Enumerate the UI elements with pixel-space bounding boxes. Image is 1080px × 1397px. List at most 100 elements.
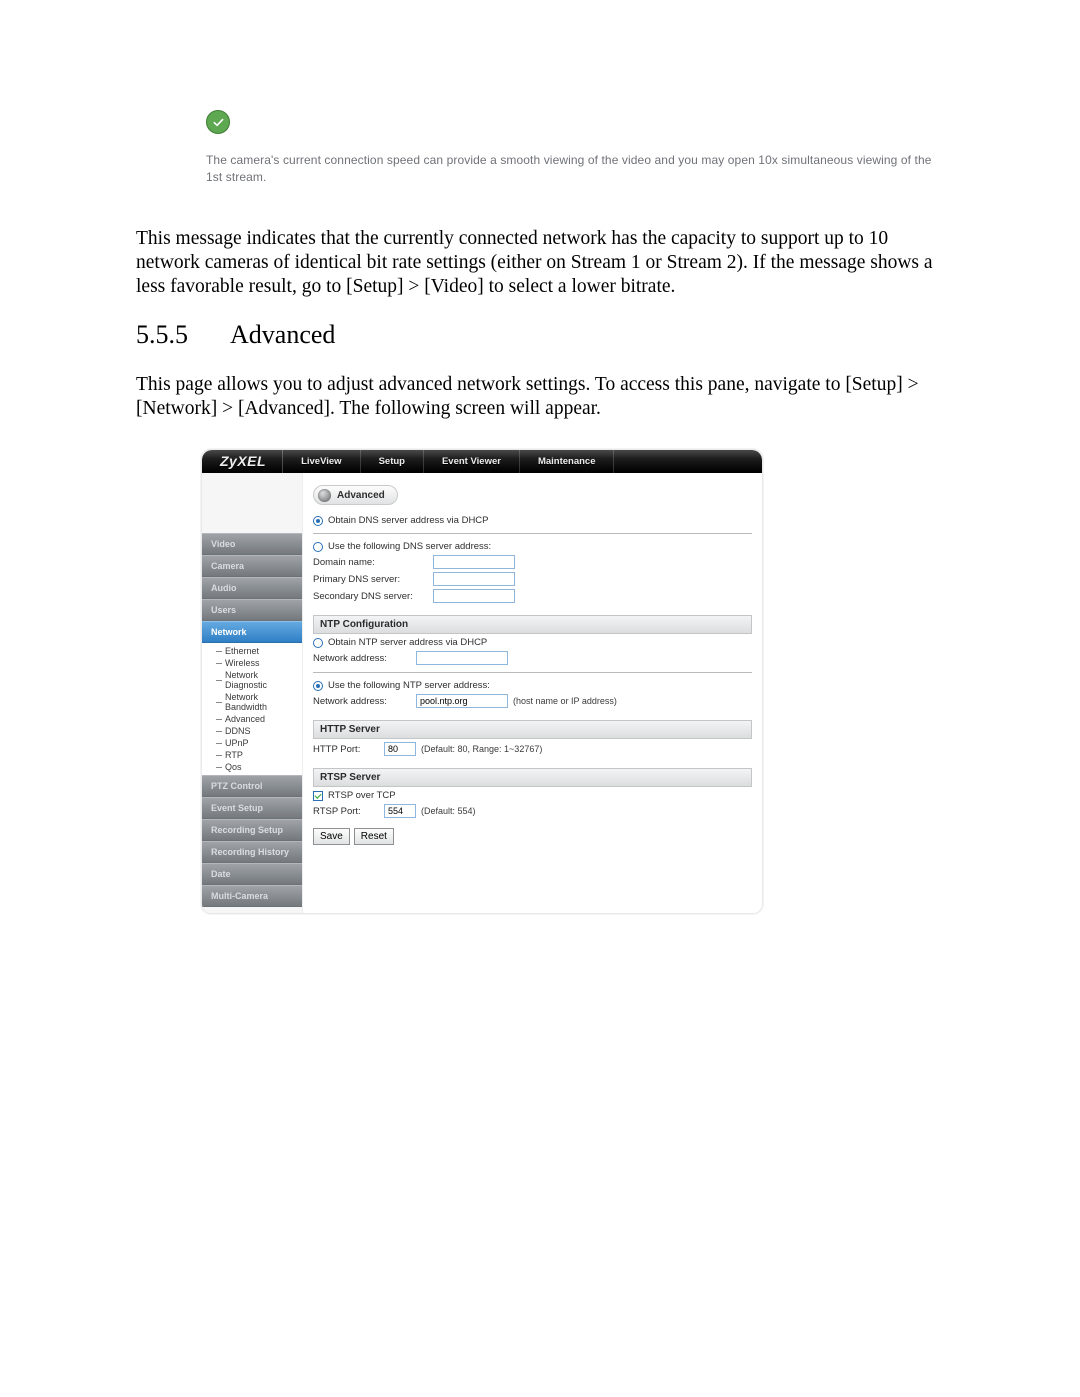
ntp-addr1-input[interactable] xyxy=(416,651,508,665)
divider xyxy=(313,533,752,534)
sidebar-item-audio[interactable]: Audio xyxy=(202,577,302,599)
sidebar-sub-label: Advanced xyxy=(225,714,265,724)
button-row: Save Reset xyxy=(313,828,752,845)
check-message-text: The camera's current connection speed ca… xyxy=(206,152,948,187)
tree-dash-icon xyxy=(216,743,222,744)
sidebar-item-camera[interactable]: Camera xyxy=(202,555,302,577)
sidebar-sub-rtp[interactable]: RTP xyxy=(216,749,302,761)
ntp-section-header: NTP Configuration xyxy=(313,615,752,634)
pill-bullet-icon xyxy=(318,489,331,502)
ntp-addr1-label: Network address: xyxy=(313,653,411,664)
radio-dot-icon xyxy=(313,542,323,552)
sidebar-sub-ddns[interactable]: DDNS xyxy=(216,725,302,737)
radio-dot-icon xyxy=(313,516,323,526)
tab-maintenance[interactable]: Maintenance xyxy=(519,450,615,473)
sidebar-sub-netbw[interactable]: Network Bandwidth xyxy=(216,691,302,713)
body-paragraph-2: This page allows you to adjust advanced … xyxy=(136,373,948,421)
sidebar-sub-netdiag[interactable]: Network Diagnostic xyxy=(216,669,302,691)
tree-dash-icon xyxy=(216,731,222,732)
dns-dhcp-radio[interactable] xyxy=(313,516,323,526)
dns-manual-radio[interactable] xyxy=(313,542,323,552)
sidebar: Video Camera Audio Users Network Etherne… xyxy=(202,473,303,913)
tab-liveview[interactable]: LiveView xyxy=(282,450,360,473)
check-circle-icon xyxy=(206,110,230,134)
save-button[interactable]: Save xyxy=(313,828,350,845)
reset-button[interactable]: Reset xyxy=(354,828,394,845)
tree-dash-icon xyxy=(216,680,222,681)
ntp-addr2-input[interactable] xyxy=(416,694,508,708)
ntp-addr2-label: Network address: xyxy=(313,696,411,707)
tree-dash-icon xyxy=(216,663,222,664)
dns-dhcp-row: Obtain DNS server address via DHCP xyxy=(313,515,752,526)
radio-dot-icon xyxy=(313,681,323,691)
dns-manual-row: Use the following DNS server address: xyxy=(313,541,752,552)
ntp-dhcp-radio[interactable] xyxy=(313,638,323,648)
ntp-manual-label: Use the following NTP server address: xyxy=(328,680,490,691)
sidebar-item-users[interactable]: Users xyxy=(202,599,302,621)
http-port-label: HTTP Port: xyxy=(313,744,379,755)
brand-logo: ZyXEL xyxy=(202,453,282,469)
rtsp-tcp-checkbox[interactable] xyxy=(313,791,323,801)
primary-dns-row: Primary DNS server: xyxy=(313,572,752,586)
secondary-dns-label: Secondary DNS server: xyxy=(313,591,428,602)
sidebar-item-ptz[interactable]: PTZ Control xyxy=(202,775,302,797)
section-heading: 5.5.5 Advanced xyxy=(136,321,948,350)
sidebar-item-date[interactable]: Date xyxy=(202,863,302,885)
ntp-hint: (host name or IP address) xyxy=(513,696,617,706)
divider xyxy=(313,672,752,673)
sidebar-sub-wireless[interactable]: Wireless xyxy=(216,657,302,669)
secondary-dns-row: Secondary DNS server: xyxy=(313,589,752,603)
sidebar-sub-label: Ethernet xyxy=(225,646,259,656)
tab-eventviewer[interactable]: Event Viewer xyxy=(423,450,519,473)
ntp-dhcp-row: Obtain NTP server address via DHCP xyxy=(313,637,752,648)
secondary-dns-input[interactable] xyxy=(433,589,515,603)
rtsp-tcp-label: RTSP over TCP xyxy=(328,790,396,801)
sidebar-sub-label: UPnP xyxy=(225,738,249,748)
sidebar-sub-label: Network Bandwidth xyxy=(225,692,302,712)
sidebar-item-network[interactable]: Network xyxy=(202,621,302,643)
sidebar-sub-label: DDNS xyxy=(225,726,251,736)
dns-manual-label: Use the following DNS server address: xyxy=(328,541,491,552)
sidebar-item-event[interactable]: Event Setup xyxy=(202,797,302,819)
http-section-header: HTTP Server xyxy=(313,720,752,739)
ntp-manual-radio[interactable] xyxy=(313,681,323,691)
sidebar-sub-label: Network Diagnostic xyxy=(225,670,302,690)
sidebar-network-sub: Ethernet Wireless Network Diagnostic Net… xyxy=(202,643,302,775)
router-ui-frame: ZyXEL LiveView Setup Event Viewer Mainte… xyxy=(201,449,763,914)
ui-body: Video Camera Audio Users Network Etherne… xyxy=(202,473,762,913)
advanced-pill-button[interactable]: Advanced xyxy=(313,485,398,505)
top-nav-tabs: LiveView Setup Event Viewer Maintenance xyxy=(282,450,614,473)
sidebar-item-video[interactable]: Video xyxy=(202,533,302,555)
domain-name-row: Domain name: xyxy=(313,555,752,569)
ntp-dhcp-label: Obtain NTP server address via DHCP xyxy=(328,637,487,648)
dns-dhcp-label: Obtain DNS server address via DHCP xyxy=(328,515,489,526)
top-nav: ZyXEL LiveView Setup Event Viewer Mainte… xyxy=(202,450,762,473)
tab-setup[interactable]: Setup xyxy=(360,450,423,473)
domain-name-label: Domain name: xyxy=(313,557,428,568)
ntp-addr1-row: Network address: xyxy=(313,651,752,665)
primary-dns-input[interactable] xyxy=(433,572,515,586)
domain-name-input[interactable] xyxy=(433,555,515,569)
document-page: The camera's current connection speed ca… xyxy=(0,0,1080,1397)
rtsp-tcp-row: RTSP over TCP xyxy=(313,790,752,801)
ntp-addr2-row: Network address: (host name or IP addres… xyxy=(313,694,752,708)
sidebar-item-rechist[interactable]: Recording History xyxy=(202,841,302,863)
rtsp-port-input[interactable] xyxy=(384,804,416,818)
http-port-input[interactable] xyxy=(384,742,416,756)
tree-dash-icon xyxy=(216,755,222,756)
sidebar-sub-qos[interactable]: Qos xyxy=(216,761,302,773)
sidebar-sub-upnp[interactable]: UPnP xyxy=(216,737,302,749)
sidebar-sub-advanced[interactable]: Advanced xyxy=(216,713,302,725)
sidebar-item-recsetup[interactable]: Recording Setup xyxy=(202,819,302,841)
http-port-row: HTTP Port: (Default: 80, Range: 1~32767) xyxy=(313,742,752,756)
sidebar-item-multicam[interactable]: Multi-Camera xyxy=(202,885,302,907)
rtsp-port-label: RTSP Port: xyxy=(313,806,379,817)
tree-dash-icon xyxy=(216,651,222,652)
section-number: 5.5.5 xyxy=(136,321,188,350)
sidebar-sub-label: Wireless xyxy=(225,658,260,668)
section-title: Advanced xyxy=(230,321,335,350)
rtsp-port-row: RTSP Port: (Default: 554) xyxy=(313,804,752,818)
primary-dns-label: Primary DNS server: xyxy=(313,574,428,585)
sidebar-sub-ethernet[interactable]: Ethernet xyxy=(216,645,302,657)
sidebar-sub-label: RTP xyxy=(225,750,243,760)
